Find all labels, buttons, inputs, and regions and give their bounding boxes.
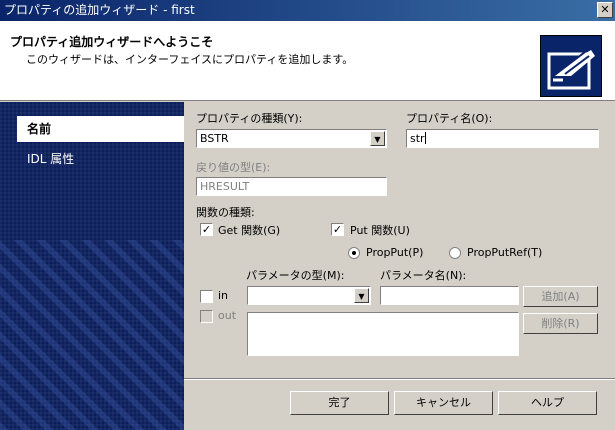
return-type-label: 戻り値の型(E):: [196, 161, 271, 174]
propput-radio[interactable]: [348, 247, 360, 259]
footer-separator: [184, 378, 615, 380]
close-button[interactable]: ✕: [597, 2, 613, 18]
return-type-field: HRESULT: [196, 177, 387, 196]
property-type-dropdown[interactable]: BSTR ▼: [196, 129, 387, 148]
property-name-input[interactable]: str: [406, 129, 599, 148]
return-type-value: HRESULT: [200, 180, 250, 193]
in-checkbox[interactable]: [200, 290, 213, 303]
sidebar: 名前 IDL 属性: [0, 102, 184, 430]
propputref-label[interactable]: PropPutRef(T): [467, 246, 542, 259]
param-type-dropdown[interactable]: ▼: [247, 286, 371, 305]
title-bar[interactable]: プロパティの追加ウィザード - first ✕: [0, 0, 615, 21]
parameter-list[interactable]: [247, 312, 519, 356]
window-title: プロパティの追加ウィザード - first: [4, 3, 195, 17]
put-function-checkbox[interactable]: ✓: [331, 223, 344, 236]
wizard-window: プロパティの追加ウィザード - first ✕ プロパティ追加ウィザードへようこ…: [0, 0, 615, 430]
sidebar-item-name[interactable]: 名前: [17, 116, 184, 142]
propput-label[interactable]: PropPut(P): [366, 246, 423, 259]
chevron-down-icon[interactable]: ▼: [354, 288, 369, 303]
property-type-label: プロパティの種類(Y):: [196, 112, 303, 125]
chevron-down-icon[interactable]: ▼: [370, 131, 385, 146]
function-type-label: 関数の種類:: [196, 206, 255, 219]
header-title: プロパティ追加ウィザードへようこそ: [10, 35, 214, 49]
wizard-header: プロパティ追加ウィザードへようこそ このウィザードは、インターフェイスにプロパテ…: [0, 21, 615, 101]
propputref-radio[interactable]: [449, 247, 461, 259]
sidebar-item-idl-attributes[interactable]: IDL 属性: [17, 146, 184, 172]
in-label[interactable]: in: [218, 289, 228, 302]
delete-button[interactable]: 削除(R): [523, 313, 598, 334]
cancel-button[interactable]: キャンセル: [394, 391, 493, 415]
get-function-label[interactable]: Get 関数(G): [218, 222, 280, 238]
param-type-label: パラメータの型(M):: [246, 269, 345, 282]
property-name-value: str: [410, 132, 425, 145]
text-caret: [424, 132, 426, 144]
sidebar-decoration: [0, 240, 184, 430]
param-name-input[interactable]: [380, 286, 519, 305]
property-name-label: プロパティ名(O):: [406, 112, 493, 125]
header-subtitle: このウィザードは、インターフェイスにプロパティを追加します。: [26, 53, 354, 66]
get-function-checkbox[interactable]: ✓: [200, 223, 213, 236]
out-label: out: [218, 309, 237, 322]
param-name-label: パラメータ名(N):: [380, 269, 467, 282]
help-button[interactable]: ヘルプ: [498, 391, 597, 415]
put-function-label[interactable]: Put 関数(U): [350, 222, 410, 238]
add-button[interactable]: 追加(A): [523, 286, 598, 307]
wizard-hand-icon: [540, 35, 602, 97]
finish-button[interactable]: 完了: [290, 391, 389, 415]
close-icon: ✕: [600, 3, 610, 16]
property-type-value: BSTR: [200, 132, 229, 145]
out-checkbox: [200, 310, 213, 323]
